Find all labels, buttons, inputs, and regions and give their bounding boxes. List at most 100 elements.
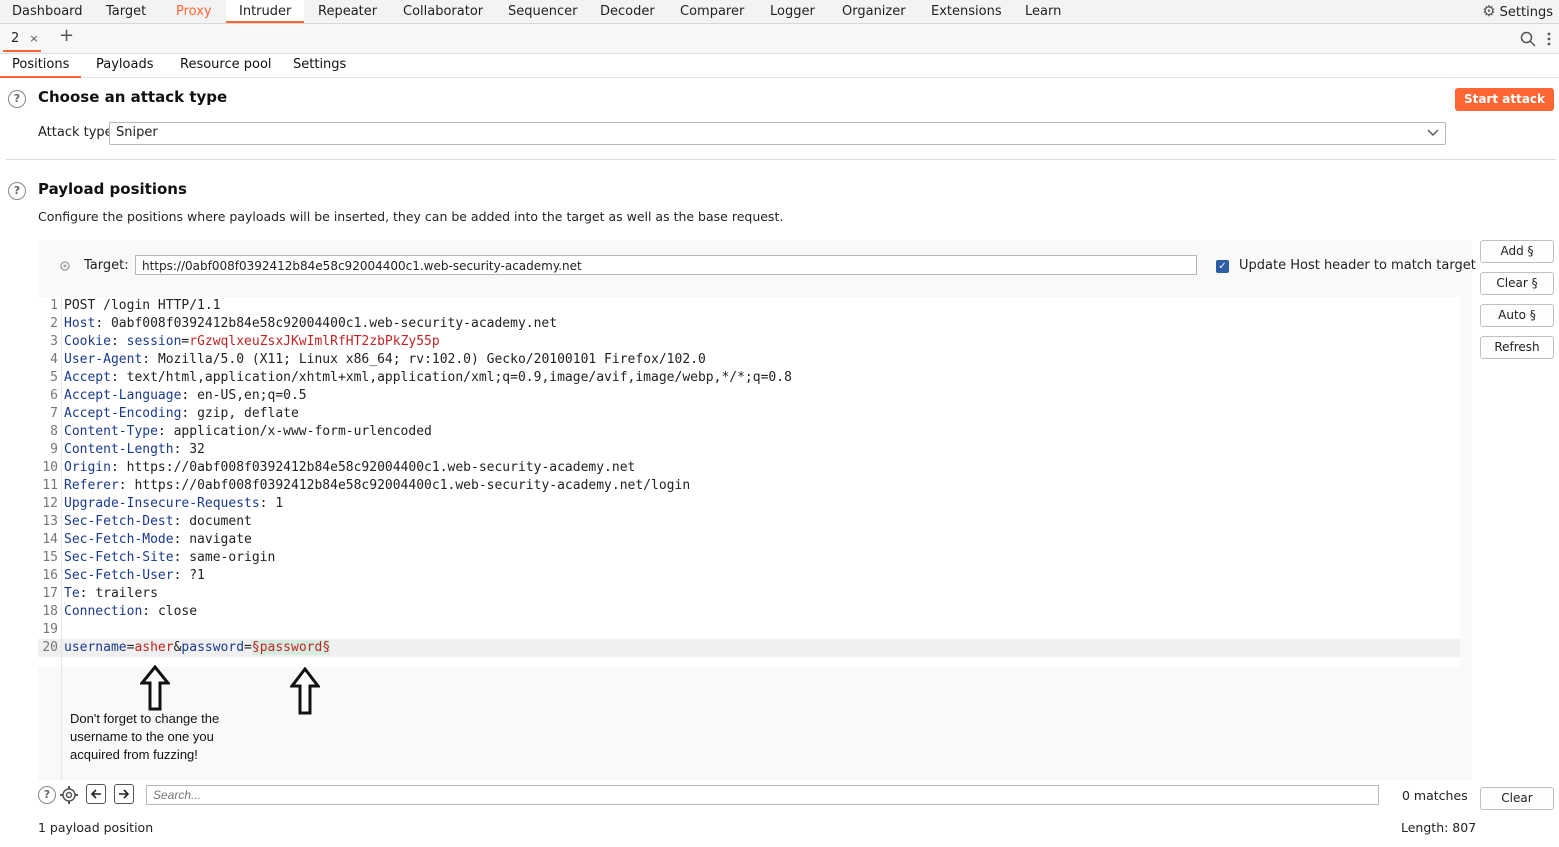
payload-marker: §password§ [251,640,331,655]
header-value: ?1 [189,568,205,583]
clear-markers-button[interactable]: Clear § [1480,272,1554,295]
menu-extensions[interactable]: Extensions [931,0,1002,23]
attack-type-select[interactable]: Sniper [109,122,1446,145]
header-value: application/x-www-form-urlencoded [173,424,432,439]
tab-resource-pool[interactable]: Resource pool [180,53,272,76]
header-key: Accept-Encoding [64,406,182,421]
add-tab-button[interactable]: + [59,25,74,46]
update-host-label: Update Host header to match target [1239,258,1476,273]
header-line: 15 Sec-Fetch-Site: same-origin [42,550,276,565]
tab-label: 2 [11,31,20,46]
request-line: 1 POST /login HTTP/1.1 [50,298,221,313]
header-line: 11 Referer: https://0abf008f0392412b84e58… [42,478,691,493]
settings-button[interactable]: ⚙ Settings [1482,0,1553,23]
payload-positions-description: Configure the positions where payloads w… [38,209,784,224]
request-code-editor[interactable]: 1 POST /login HTTP/1.1 2 Host: 0abf008f039… [38,297,1460,667]
header-key: Sec-Fetch-Dest [64,514,174,529]
match-count: 0 matches [1402,788,1468,803]
body-line: 20 username=asher&password=§password§ [38,639,1460,657]
header-key: Referer [64,478,119,493]
menu-repeater[interactable]: Repeater [318,0,377,23]
payload-position-count: 1 payload position [38,820,154,835]
more-options-icon[interactable] [1546,32,1552,48]
header-key: Sec-Fetch-Site [64,550,174,565]
annotation-note: Don't forget to change the username to t… [70,711,220,762]
menu-learn[interactable]: Learn [1025,0,1061,23]
menu-logger[interactable]: Logger [770,0,815,23]
header-line: 13 Sec-Fetch-Dest: document [42,514,252,529]
menu-intruder[interactable]: Intruder [226,0,305,23]
refresh-button[interactable]: Refresh [1480,336,1554,359]
up-arrow-icon [140,665,170,711]
start-attack-button[interactable]: Start attack [1455,88,1554,111]
help-icon[interactable]: ? [8,90,26,108]
menu-dashboard[interactable]: Dashboard [12,0,83,23]
menu-sequencer[interactable]: Sequencer [508,0,577,23]
attack-type-value: Sniper [116,125,158,140]
target-label: Target: [84,258,129,273]
menu-target[interactable]: Target [106,0,146,23]
header-key: User-Agent [64,352,143,367]
header-line: 16 Sec-Fetch-User: ?1 [42,568,205,583]
clear-search-button[interactable]: Clear [1480,787,1554,810]
next-match-button[interactable] [114,784,134,804]
menu-comparer[interactable]: Comparer [680,0,744,23]
header-value: navigate [189,532,252,547]
menu-collaborator[interactable]: Collaborator [403,0,483,23]
header-line: 2 Host: 0abf008f0392412b84e58c92004400c1.… [50,316,558,331]
menu-organizer[interactable]: Organizer [842,0,906,23]
header-line: 6 Accept-Language: en-US,en;q=0.5 [50,388,307,403]
arrow-left-icon [90,789,101,799]
tab-payloads[interactable]: Payloads [96,53,153,76]
header-value: document [189,514,252,529]
auto-markers-button[interactable]: Auto § [1480,304,1554,327]
header-line: 12 Upgrade-Insecure-Requests: 1 [42,496,284,511]
tab-settings[interactable]: Settings [293,53,346,76]
update-host-checkbox[interactable]: ✓ [1216,260,1229,273]
header-value: same-origin [189,550,276,565]
gutter-divider [61,297,62,780]
tab-2[interactable]: 2 × [3,28,41,52]
request-length: Length: 807 [1401,820,1477,835]
header-line: 18 Connection: close [42,604,198,619]
header-key: Te [64,586,80,601]
search-icon[interactable] [1520,31,1536,47]
menu-decoder[interactable]: Decoder [600,0,655,23]
header-line: 7 Accept-Encoding: gzip, deflate [50,406,299,421]
header-key: Content-Length [64,442,174,457]
header-line: 9 Content-Length: 32 [50,442,205,457]
header-value: https://0abf008f0392412b84e58c92004400c1… [126,460,636,475]
header-value: text/html,application/xhtml+xml,applicat… [126,370,792,385]
target-settings-icon[interactable] [59,260,71,272]
search-input[interactable] [146,785,1379,805]
menu-proxy[interactable]: Proxy [176,0,212,23]
help-icon[interactable]: ? [8,182,26,200]
empty-line: 19 [42,622,58,637]
header-value: 1 [275,496,284,511]
payload-positions-title: Payload positions [38,180,187,198]
header-value: 32 [189,442,205,457]
attack-type-title: Choose an attack type [38,88,228,106]
header-key: Content-Type [64,424,158,439]
intruder-tab-strip: 2 × + [0,24,1559,54]
settings-label: Settings [1499,5,1553,20]
gear-icon[interactable] [59,785,79,805]
add-marker-button[interactable]: Add § [1480,240,1554,263]
header-value: en-US,en;q=0.5 [197,388,307,403]
target-url-input[interactable]: https://0abf008f0392412b84e58c92004400c1… [135,255,1197,275]
header-value: trailers [95,586,158,601]
gear-icon: ⚙ [1482,2,1496,20]
header-key: Accept [64,370,111,385]
header-key: Origin [64,460,111,475]
tab-positions[interactable]: Positions [0,53,82,78]
section-divider [6,159,1556,160]
previous-match-button[interactable] [86,784,106,804]
header-line: 8 Content-Type: application/x-www-form-ur… [50,424,432,439]
close-icon[interactable]: × [29,32,38,45]
header-line: 10 Origin: https://0abf008f0392412b84e58c… [42,460,636,475]
header-line: 5 Accept: text/html,application/xhtml+xml… [50,370,792,385]
help-icon[interactable]: ? [38,786,56,804]
header-key: Connection [64,604,143,619]
header-key: Sec-Fetch-User [64,568,174,583]
header-line: 14 Sec-Fetch-Mode: navigate [42,532,252,547]
